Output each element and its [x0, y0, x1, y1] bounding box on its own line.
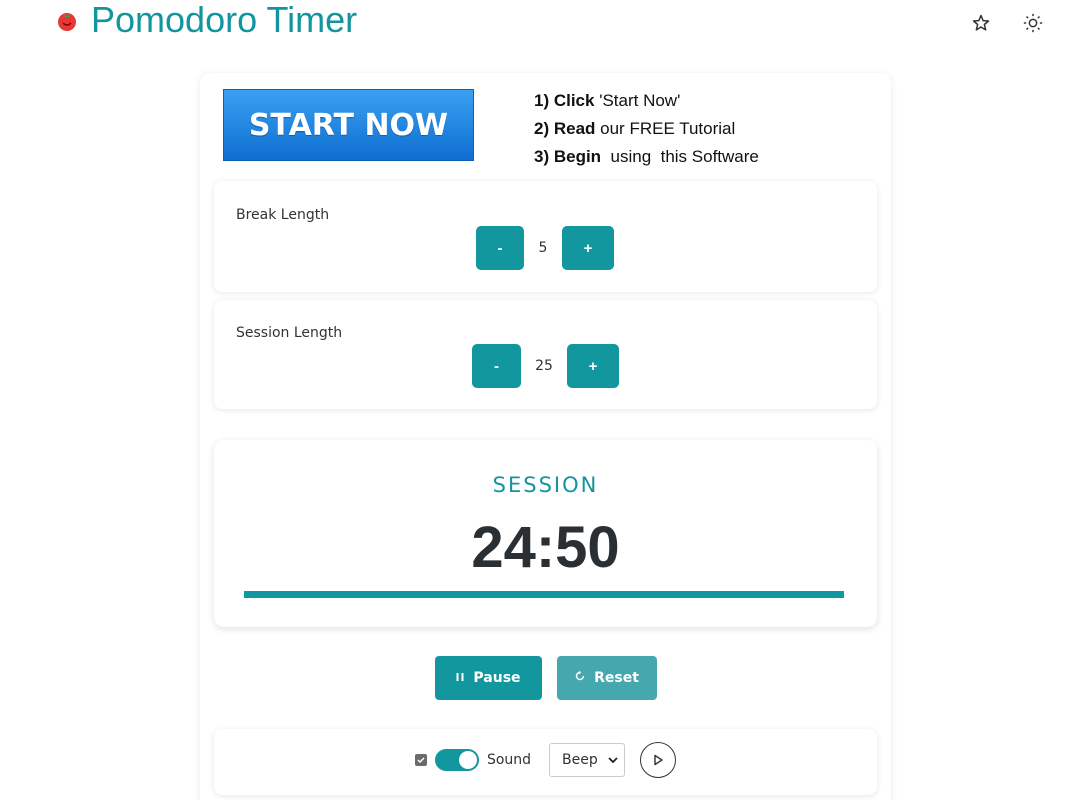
session-length-panel: Session Length - 25 + [214, 300, 877, 409]
pause-label: Pause [473, 670, 521, 686]
ad-step: 1) Click 'Start Now' [534, 91, 681, 110]
timer-controls: Pause Reset [200, 656, 891, 700]
tomato-icon [55, 8, 79, 32]
start-now-label: START NOW [248, 107, 449, 143]
reset-icon [574, 670, 586, 686]
star-icon[interactable] [966, 8, 996, 38]
ad-steps: 1) Click 'Start Now' 2) Read our FREE Tu… [534, 87, 759, 171]
ad-step: 2) Read our FREE Tutorial [534, 119, 736, 138]
timer-display: 24:50 [471, 515, 620, 580]
sound-row: Sound Beep [214, 742, 877, 778]
sound-select[interactable]: Beep [549, 743, 626, 777]
break-length-value: 5 [538, 240, 548, 256]
sound-panel: Sound Beep [214, 729, 877, 795]
break-length-label: Break Length [236, 207, 330, 223]
timer-progress-bar [244, 591, 844, 598]
main-card: START NOW 1) Click 'Start Now' 2) Read o… [200, 73, 891, 800]
timer-panel: SESSION 24:50 [214, 440, 877, 627]
play-icon [654, 754, 663, 766]
break-increment-button[interactable]: + [562, 226, 614, 270]
chevron-down-icon [608, 752, 618, 768]
app-header: Pomodoro Timer [55, 0, 357, 40]
sun-icon[interactable] [1018, 8, 1048, 38]
sound-label: Sound [486, 752, 532, 768]
timer-progress-fill [244, 591, 844, 598]
sound-select-value: Beep [562, 752, 598, 768]
break-decrement-button[interactable]: - [476, 226, 524, 270]
header-actions [966, 8, 1048, 38]
session-length-value: 25 [535, 358, 553, 374]
pause-button[interactable]: Pause [434, 656, 542, 700]
session-decrement-button[interactable]: - [472, 344, 521, 388]
sound-checkbox[interactable] [414, 754, 427, 766]
break-length-panel: Break Length - 5 + [214, 181, 877, 292]
toggle-knob [458, 751, 477, 769]
start-now-ad-button[interactable]: START NOW [223, 89, 474, 161]
pause-icon [455, 670, 465, 686]
session-increment-button[interactable]: + [567, 344, 619, 388]
session-length-label: Session Length [236, 325, 343, 341]
reset-label: Reset [594, 670, 639, 686]
ad-step: 3) Begin using this Software [534, 147, 759, 166]
timer-mode-label: SESSION [492, 473, 599, 497]
play-sound-button[interactable] [640, 742, 677, 778]
reset-button[interactable]: Reset [556, 656, 657, 700]
session-stepper: - 25 + [472, 344, 619, 388]
sound-toggle[interactable] [434, 749, 479, 771]
page-title: Pomodoro Timer [91, 0, 358, 40]
break-stepper: - 5 + [476, 226, 614, 270]
